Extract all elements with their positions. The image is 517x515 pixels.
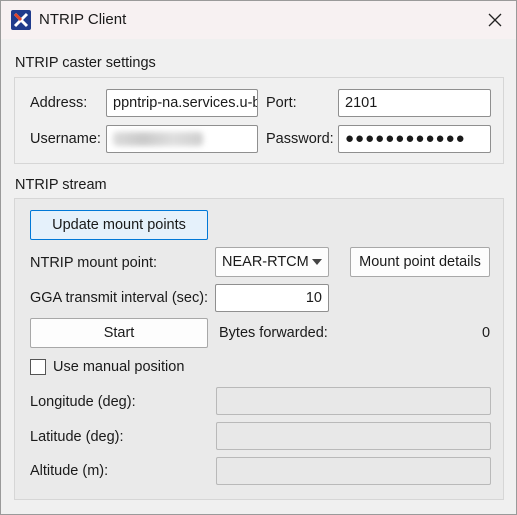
altitude-label: Altitude (m): <box>30 463 109 479</box>
address-label: Address: <box>30 95 88 111</box>
manual-position-checkbox[interactable] <box>30 359 46 375</box>
chevron-down-icon <box>312 259 322 265</box>
close-icon <box>488 13 502 27</box>
ntrip-client-window: NTRIP Client NTRIP caster settings Addre… <box>0 0 517 515</box>
port-input[interactable]: 2101 <box>338 89 491 117</box>
stream-heading: NTRIP stream <box>15 177 107 193</box>
window-title: NTRIP Client <box>39 11 127 28</box>
latitude-label: Latitude (deg): <box>30 429 124 445</box>
username-label: Username: <box>30 131 101 147</box>
gga-interval-input[interactable]: 10 <box>215 284 329 312</box>
close-button[interactable] <box>477 5 513 35</box>
username-input[interactable] <box>106 125 258 153</box>
bytes-forwarded-label: Bytes forwarded: <box>219 325 328 341</box>
update-mount-points-button[interactable]: Update mount points <box>30 210 208 240</box>
title-bar: NTRIP Client <box>1 1 516 39</box>
bytes-forwarded-value: 0 <box>482 325 491 341</box>
caster-settings-heading: NTRIP caster settings <box>15 55 156 71</box>
latitude-input <box>216 422 491 450</box>
port-label: Port: <box>266 95 297 111</box>
gga-interval-label: GGA transmit interval (sec): <box>30 290 209 306</box>
app-logo-icon <box>11 10 31 30</box>
mount-point-details-button[interactable]: Mount point details <box>350 247 490 277</box>
stream-group: Update mount points NTRIP mount point: N… <box>14 198 504 500</box>
longitude-input <box>216 387 491 415</box>
caster-settings-group: Address: ppntrip-na.services.u-blox.com … <box>14 77 504 164</box>
address-input[interactable]: ppntrip-na.services.u-blox.com <box>106 89 258 117</box>
password-input[interactable]: ●●●●●●●●●●●● <box>338 125 491 153</box>
longitude-label: Longitude (deg): <box>30 394 136 410</box>
redacted-username <box>113 132 203 146</box>
manual-position-label[interactable]: Use manual position <box>53 359 184 375</box>
mount-point-value: NEAR-RTCM <box>222 254 309 270</box>
mount-point-select[interactable]: NEAR-RTCM <box>215 247 329 277</box>
mount-point-label: NTRIP mount point: <box>30 255 158 271</box>
password-label: Password: <box>266 131 334 147</box>
altitude-input <box>216 457 491 485</box>
start-button[interactable]: Start <box>30 318 208 348</box>
